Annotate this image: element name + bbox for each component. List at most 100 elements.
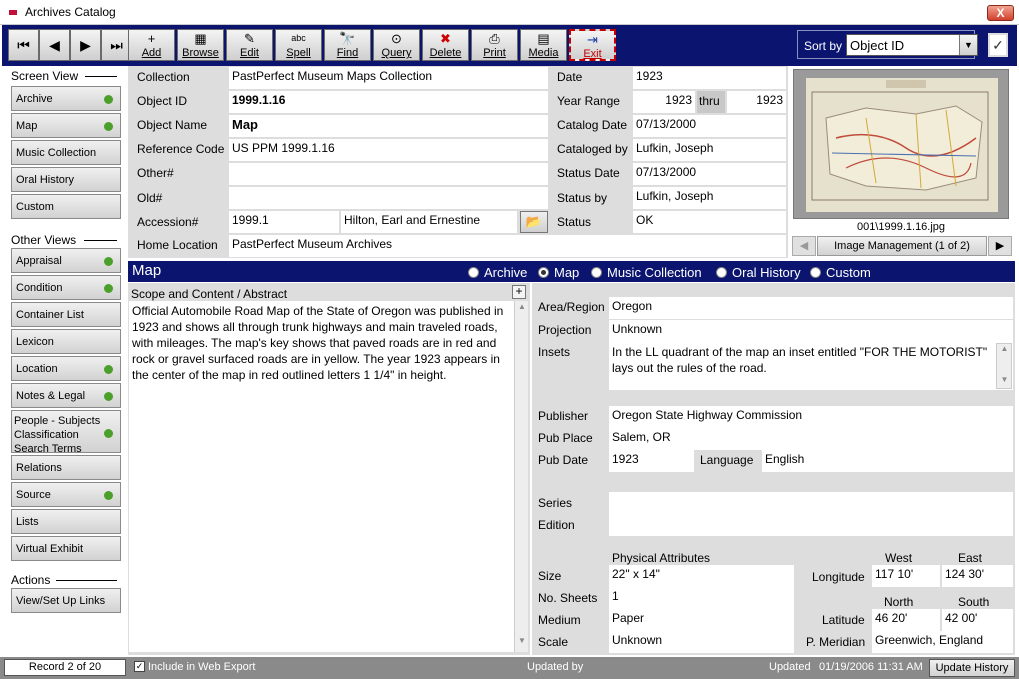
sidebar-item-virtual-exhibit[interactable]: Virtual Exhibit <box>11 536 121 561</box>
scroll-up-icon[interactable]: ▲ <box>516 302 528 316</box>
sort-by-select[interactable]: Object ID ▼ <box>846 34 978 56</box>
web-export-checkbox[interactable]: ✓ <box>134 661 145 672</box>
map-section-title: Map <box>132 262 162 279</box>
sidebar-item-relations[interactable]: Relations <box>11 455 121 480</box>
physical-attributes-label: Physical Attributes <box>612 551 711 565</box>
scroll-down-icon[interactable]: ▼ <box>998 375 1011 389</box>
first-record-button[interactable]: ⏮ <box>8 29 39 61</box>
close-button[interactable]: X <box>987 5 1014 21</box>
edition-field[interactable] <box>609 514 1013 536</box>
reference-code-field[interactable]: US PPM 1999.1.16 <box>229 139 548 161</box>
radio-map[interactable]: Map <box>538 265 579 280</box>
cataloged-by-field[interactable]: Lufkin, Joseph <box>633 139 786 161</box>
status-field[interactable]: OK <box>633 211 786 233</box>
projection-field[interactable]: Unknown <box>609 320 1013 342</box>
browse-button[interactable]: ▦ Browse <box>177 29 224 61</box>
latitude-north-field[interactable]: 46 20' <box>872 609 940 631</box>
radio-custom[interactable]: Custom <box>810 265 871 280</box>
sidebar-item-appraisal[interactable]: Appraisal <box>11 248 121 273</box>
previous-record-button[interactable]: ◀ <box>39 29 70 61</box>
status-by-field[interactable]: Lufkin, Joseph <box>633 187 786 209</box>
year-from-field[interactable]: 1923 <box>633 91 695 113</box>
object-name-field[interactable]: Map <box>229 115 548 137</box>
accession-field[interactable]: 1999.1 <box>229 211 339 233</box>
medium-field[interactable]: Paper <box>609 609 794 631</box>
update-history-button[interactable]: Update History <box>929 659 1015 677</box>
publisher-field[interactable]: Oregon State Highway Commission <box>609 406 1013 428</box>
map-thumbnail[interactable] <box>793 69 1009 219</box>
title-bar: Archives Catalog X <box>0 0 1019 25</box>
meridian-field[interactable]: Greenwich, England <box>872 631 1013 653</box>
old-number-field[interactable] <box>229 187 548 209</box>
exit-button[interactable]: ⇥ Exit <box>569 29 616 61</box>
scope-textarea[interactable]: Official Automobile Road Map of the Stat… <box>129 301 514 652</box>
home-location-field[interactable]: PastPerfect Museum Archives <box>229 235 786 257</box>
media-button[interactable]: ▤ Media <box>520 29 567 61</box>
image-management-button[interactable]: Image Management (1 of 2) <box>817 236 987 256</box>
radio-archive[interactable]: Archive <box>468 265 527 280</box>
view-setup-links-button[interactable]: View/Set Up Links <box>11 588 121 613</box>
radio-oral-history[interactable]: Oral History <box>716 265 801 280</box>
status-date-label: Status Date <box>557 166 620 180</box>
status-date-field[interactable]: 07/13/2000 <box>633 163 786 185</box>
latitude-south-field[interactable]: 42 00' <box>942 609 1013 631</box>
language-field[interactable]: English <box>762 450 1013 472</box>
insets-field[interactable]: In the LL quadrant of the map an inset e… <box>609 342 1013 390</box>
query-button[interactable]: ⊙ Query <box>373 29 420 61</box>
longitude-east-field[interactable]: 124 30' <box>942 565 1013 587</box>
query-icon: ⊙ <box>391 31 402 46</box>
sidebar-item-people-subjects[interactable]: People - Subjects Classification Search … <box>11 410 121 455</box>
sidebar-item-notes-legal[interactable]: Notes & Legal <box>11 383 121 408</box>
sidebar-item-container-list[interactable]: Container List <box>11 302 121 327</box>
sidebar-item-custom[interactable]: Custom <box>11 194 121 219</box>
accession-name-field[interactable]: Hilton, Earl and Ernestine <box>341 211 517 233</box>
sidebar-item-condition[interactable]: Condition <box>11 275 121 300</box>
no-sheets-field[interactable]: 1 <box>609 587 794 609</box>
series-field[interactable] <box>609 492 1013 514</box>
spell-button[interactable]: abc Spell <box>275 29 322 61</box>
scope-scrollbar[interactable]: ▲ ▼ <box>514 301 528 652</box>
sidebar-item-location[interactable]: Location <box>11 356 121 381</box>
size-field[interactable]: 22" x 14" <box>609 565 794 587</box>
date-field[interactable]: 1923 <box>633 67 786 89</box>
edit-button[interactable]: ✎ Edit <box>226 29 273 61</box>
scope-label: Scope and Content / Abstract <box>131 287 288 301</box>
sidebar-item-lists[interactable]: Lists <box>11 509 121 534</box>
object-id-field[interactable]: 1999.1.16 <box>229 91 548 113</box>
clipboard-check-icon[interactable]: ✓ <box>988 33 1008 57</box>
scale-field[interactable]: Unknown <box>609 631 794 653</box>
previous-image-button[interactable]: ◀ <box>792 236 816 256</box>
scroll-up-icon[interactable]: ▲ <box>998 344 1011 358</box>
sidebar-item-oral-history[interactable]: Oral History <box>11 167 121 192</box>
sidebar-item-lexicon[interactable]: Lexicon <box>11 329 121 354</box>
next-image-button[interactable]: ▶ <box>988 236 1012 256</box>
catalog-date-field[interactable]: 07/13/2000 <box>633 115 786 137</box>
longitude-west-field[interactable]: 117 10' <box>872 565 940 587</box>
sidebar-item-music-collection[interactable]: Music Collection <box>11 140 121 165</box>
sort-by-value: Object ID <box>850 38 905 53</box>
sidebar-item-source[interactable]: Source <box>11 482 121 507</box>
sidebar-item-map[interactable]: Map <box>11 113 121 138</box>
sidebar-item-archive[interactable]: Archive <box>11 86 121 111</box>
insets-scrollbar[interactable]: ▲ ▼ <box>996 343 1012 389</box>
print-button[interactable]: ⎙ Print <box>471 29 518 61</box>
status-bar: Record 2 of 20 ✓ Include in Web Export U… <box>0 657 1019 679</box>
image-filename: 001\1999.1.16.jpg <box>856 221 946 233</box>
pub-date-field[interactable]: 1923 <box>609 450 694 472</box>
year-to-field[interactable]: 1923 <box>727 91 786 113</box>
chevron-down-icon[interactable]: ▼ <box>959 35 977 55</box>
next-record-button[interactable]: ▶ <box>70 29 101 61</box>
area-region-field[interactable]: Oregon <box>609 297 1013 319</box>
scroll-down-icon[interactable]: ▼ <box>516 636 528 650</box>
size-label: Size <box>538 569 562 583</box>
find-button[interactable]: 🔭 Find <box>324 29 371 61</box>
radio-music-collection[interactable]: Music Collection <box>591 265 702 280</box>
other-number-field[interactable] <box>229 163 548 185</box>
collection-field[interactable]: PastPerfect Museum Maps Collection <box>229 67 548 89</box>
delete-button[interactable]: ✖ Delete <box>422 29 469 61</box>
add-icon: + <box>147 31 156 46</box>
expand-icon[interactable]: + <box>512 285 526 299</box>
folder-open-icon[interactable]: 📂 <box>520 211 548 233</box>
pub-place-field[interactable]: Salem, OR <box>609 428 1013 450</box>
add-button[interactable]: + Add <box>128 29 175 61</box>
